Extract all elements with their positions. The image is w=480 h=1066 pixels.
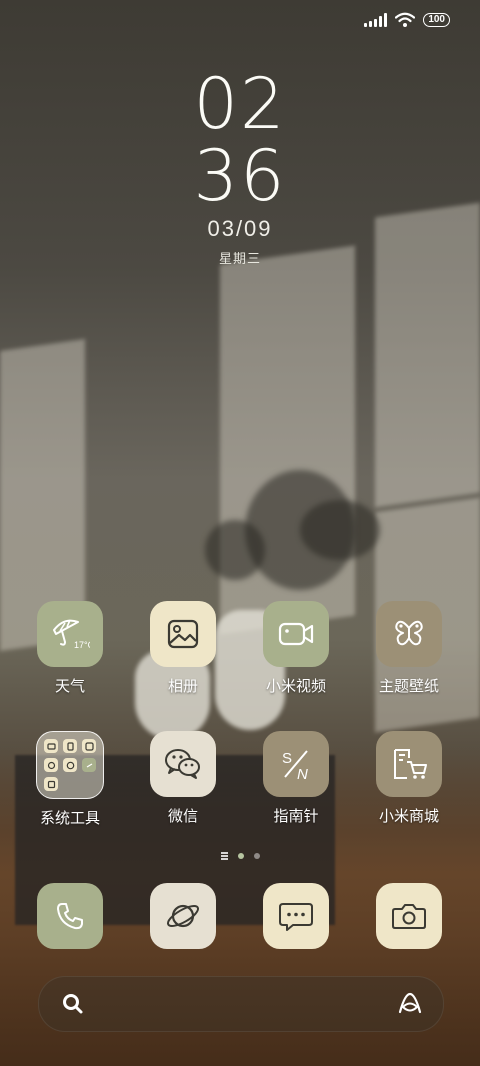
app-label: 小米视频: [265, 678, 326, 695]
weather-temp: 17°C: [74, 640, 90, 650]
signal-icon: [364, 13, 388, 27]
butterfly-theme-icon: [395, 620, 423, 646]
search-bar[interactable]: [38, 976, 444, 1032]
store-tile[interactable]: [376, 731, 442, 797]
app-mi-video[interactable]: 小米视频: [246, 601, 346, 696]
themes-tile[interactable]: [376, 601, 442, 667]
app-compass[interactable]: S N 指南针: [246, 731, 346, 826]
wechat-icon: [165, 749, 200, 779]
mini-app-icon: [82, 739, 96, 753]
browser-tile[interactable]: [150, 883, 216, 949]
video-tile[interactable]: [263, 601, 329, 667]
app-label: 系统工具: [39, 810, 100, 827]
mini-app-icon: [44, 739, 58, 753]
compass-icon: S N: [282, 750, 308, 783]
umbrella-weather-icon: 17°C: [53, 619, 90, 650]
clock-date: 03/09: [207, 216, 273, 241]
page-dot[interactable]: [253, 852, 260, 859]
dock-camera[interactable]: [359, 883, 459, 949]
mini-app-icon: [63, 758, 77, 772]
app-themes[interactable]: 主题壁纸: [359, 601, 459, 696]
shopping-cart-icon: [394, 749, 427, 779]
app-label: 天气: [54, 678, 85, 695]
app-folder-system-tools[interactable]: 系统工具: [20, 731, 120, 828]
page-indicator[interactable]: [0, 852, 480, 860]
clock-minute: 36: [193, 135, 287, 217]
status-bar: 100: [364, 12, 450, 28]
app-mi-store[interactable]: 小米商城: [359, 731, 459, 826]
app-label: 相册: [167, 678, 198, 695]
app-gallery[interactable]: 相册: [133, 601, 233, 696]
weather-tile[interactable]: 17°C: [37, 601, 103, 667]
wifi-icon: [395, 12, 416, 27]
app-weather[interactable]: 17°C 天气: [20, 601, 120, 696]
camera-icon: [392, 904, 426, 929]
message-bubble-icon: [279, 903, 313, 931]
clock-hour: 02: [193, 63, 287, 145]
video-camera-icon: [278, 622, 314, 646]
phone-icon: [57, 903, 83, 930]
dock-messages[interactable]: [246, 883, 346, 949]
folder-tile[interactable]: [36, 731, 104, 799]
assistant-icon[interactable]: [397, 992, 423, 1016]
app-label: 主题壁纸: [378, 678, 439, 695]
app-wechat[interactable]: 微信: [133, 731, 233, 826]
wechat-tile[interactable]: [150, 731, 216, 797]
mini-app-icon: [44, 758, 58, 772]
compass-s-label: S: [282, 750, 292, 767]
planet-browser-icon: [166, 904, 200, 928]
app-label: 小米商城: [378, 808, 439, 825]
mini-app-icon: [63, 739, 77, 753]
app-drawer-indicator[interactable]: [220, 852, 228, 860]
gallery-icon: [167, 619, 199, 649]
compass-n-label: N: [297, 766, 308, 783]
dock-phone[interactable]: [20, 883, 120, 949]
dock-browser[interactable]: [133, 883, 233, 949]
clock-widget[interactable]: 02 36 03/09 星期三: [0, 68, 480, 267]
gallery-tile[interactable]: [150, 601, 216, 667]
phone-tile[interactable]: [37, 883, 103, 949]
clock-weekday: 星期三: [218, 251, 261, 266]
battery-indicator: 100: [423, 13, 450, 27]
mini-app-icon: [44, 777, 58, 791]
mini-app-icon: [82, 758, 96, 772]
app-label: 指南针: [273, 808, 319, 825]
page-dot-active[interactable]: [237, 852, 244, 859]
app-label: 微信: [167, 808, 198, 825]
compass-tile[interactable]: S N: [263, 731, 329, 797]
camera-tile[interactable]: [376, 883, 442, 949]
search-icon: [63, 994, 83, 1014]
messages-tile[interactable]: [263, 883, 329, 949]
